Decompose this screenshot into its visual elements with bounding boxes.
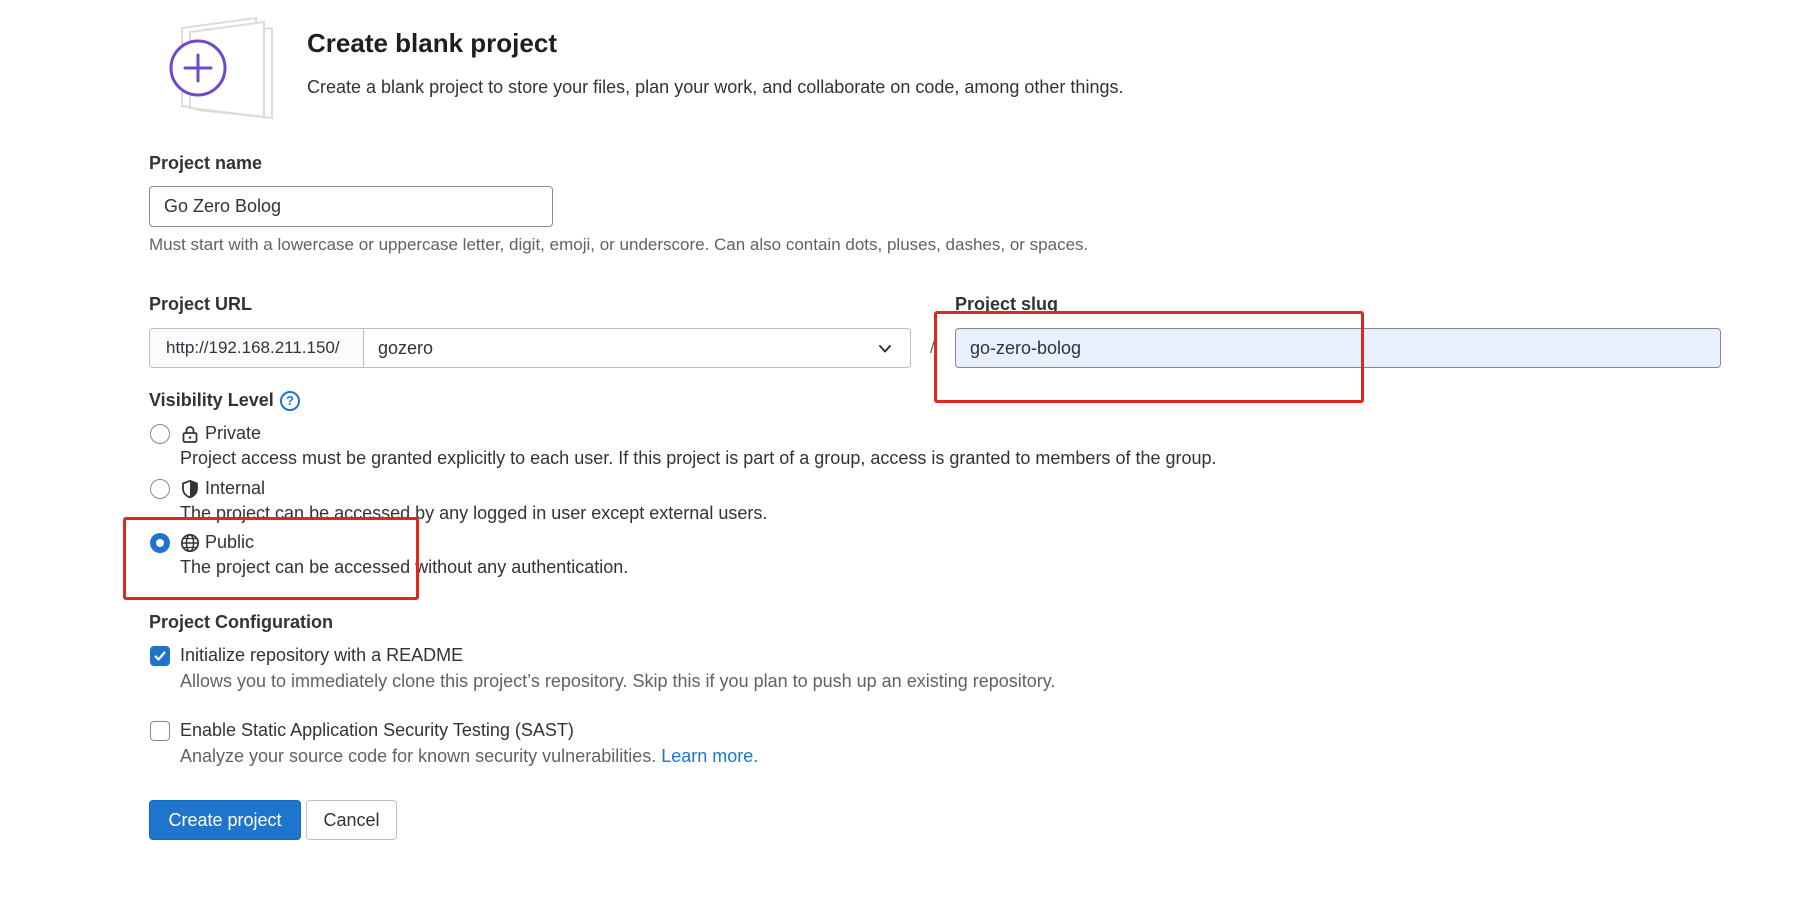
- visibility-radio-internal[interactable]: [150, 479, 170, 499]
- learn-more-link[interactable]: Learn more.: [661, 746, 758, 766]
- visibility-help-private: Project access must be granted explicitl…: [180, 448, 1217, 468]
- project-name-label: Project name: [149, 153, 263, 173]
- blank-project-illustration: [169, 16, 273, 120]
- shield-icon: [182, 479, 198, 499]
- visibility-label: Visibility Level: [149, 390, 274, 410]
- create-project-page: Create blank project Create a blank proj…: [0, 0, 1820, 920]
- visibility-label-internal: Internal: [205, 478, 266, 498]
- visibility-help-internal: The project can be accessed by any logge…: [180, 503, 768, 523]
- page-description: Create a blank project to store your fil…: [307, 77, 1124, 97]
- visibility-radio-public[interactable]: [150, 533, 170, 553]
- visibility-radio-private[interactable]: [150, 424, 170, 444]
- project-url-prefix: http://192.168.211.150/: [149, 328, 363, 368]
- lock-icon: [182, 426, 198, 443]
- namespace-dropdown[interactable]: gozero: [363, 328, 911, 368]
- sast-checkbox[interactable]: [150, 721, 170, 741]
- project-configuration-label: Project Configuration: [149, 612, 333, 632]
- sast-help-text: Analyze your source code for known secur…: [180, 746, 657, 766]
- sast-help: Analyze your source code for known secur…: [180, 746, 758, 767]
- url-separator: /: [930, 338, 935, 357]
- readme-label: Initialize repository with a README: [180, 645, 464, 665]
- cancel-button[interactable]: Cancel: [306, 800, 397, 840]
- readme-checkbox[interactable]: [150, 646, 170, 666]
- project-name-input[interactable]: [149, 186, 553, 227]
- check-icon: [154, 651, 166, 661]
- sast-label: Enable Static Application Security Testi…: [180, 720, 574, 740]
- help-icon[interactable]: ?: [280, 391, 300, 411]
- globe-icon: [180, 533, 200, 553]
- project-name-help: Must start with a lowercase or uppercase…: [149, 235, 1089, 254]
- visibility-help-public: The project can be accessed without any …: [180, 557, 629, 577]
- readme-help: Allows you to immediately clone this pro…: [180, 671, 1056, 691]
- create-project-button[interactable]: Create project: [149, 800, 301, 840]
- visibility-label-private: Private: [205, 423, 262, 443]
- page-title: Create blank project: [307, 28, 557, 58]
- chevron-down-icon: [879, 345, 891, 353]
- visibility-label-public: Public: [205, 532, 255, 552]
- namespace-value: gozero: [378, 338, 434, 358]
- project-url-label: Project URL: [149, 294, 253, 314]
- project-slug-input[interactable]: [955, 328, 1721, 368]
- project-slug-label: Project slug: [955, 294, 1059, 314]
